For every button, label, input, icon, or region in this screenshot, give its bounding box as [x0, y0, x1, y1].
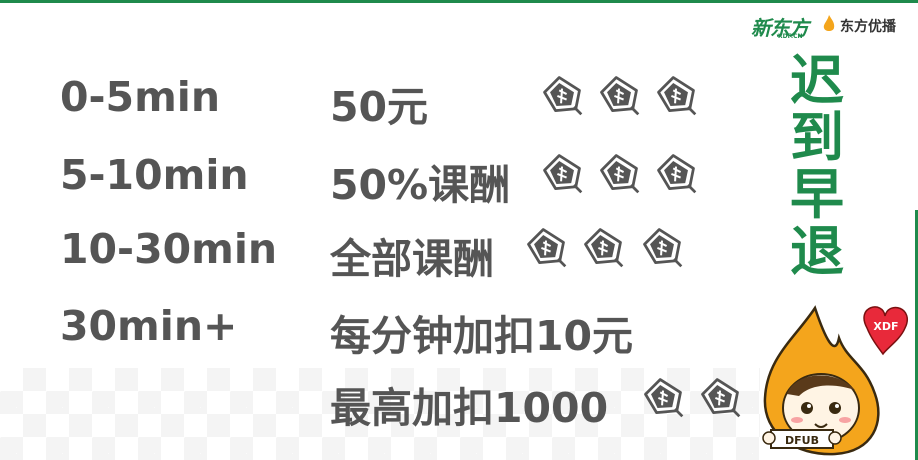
title-char: 退 — [790, 220, 844, 283]
title-char: 迟 — [790, 49, 844, 112]
money-bag-icon — [527, 228, 567, 268]
dfyb-logo: 东方优播 — [840, 19, 896, 35]
time-label-1: 0-5min — [60, 73, 221, 121]
money-bag-icon — [543, 154, 583, 194]
heart-text: XDF — [873, 320, 898, 333]
title-char: 早 — [790, 163, 844, 226]
penalty-2: 50%课酬 — [330, 161, 511, 209]
time-label-4: 30min+ — [60, 302, 238, 350]
money-bag-icon — [657, 154, 697, 194]
money-bag-icon — [657, 76, 697, 116]
penalty-3: 全部课酬 — [330, 235, 494, 283]
money-bag-icon — [643, 228, 683, 268]
top-accent-bar — [0, 0, 918, 3]
money-bag-icon — [644, 378, 684, 418]
xdf-logo-sub: XDF.CN — [778, 33, 803, 40]
money-bag-icon — [584, 228, 624, 268]
time-label-2: 5-10min — [60, 151, 249, 199]
vertical-title: 迟 到 早 退 — [787, 52, 847, 280]
penalty-1: 50元 — [330, 83, 429, 131]
money-bag-icon — [701, 378, 741, 418]
money-bag-icon — [543, 76, 583, 116]
title-char: 到 — [790, 106, 844, 169]
penalty-4: 每分钟加扣10元 — [330, 312, 634, 360]
time-label-3: 10-30min — [60, 225, 278, 273]
money-bag-icon — [600, 154, 640, 194]
sign-text: DFUB — [785, 434, 819, 447]
money-bag-icon — [600, 76, 640, 116]
mascot-illustration: XDF DFUB — [762, 305, 908, 456]
penalty-5: 最高加扣1000 — [330, 384, 609, 432]
dfyb-logo-mark — [823, 15, 835, 31]
